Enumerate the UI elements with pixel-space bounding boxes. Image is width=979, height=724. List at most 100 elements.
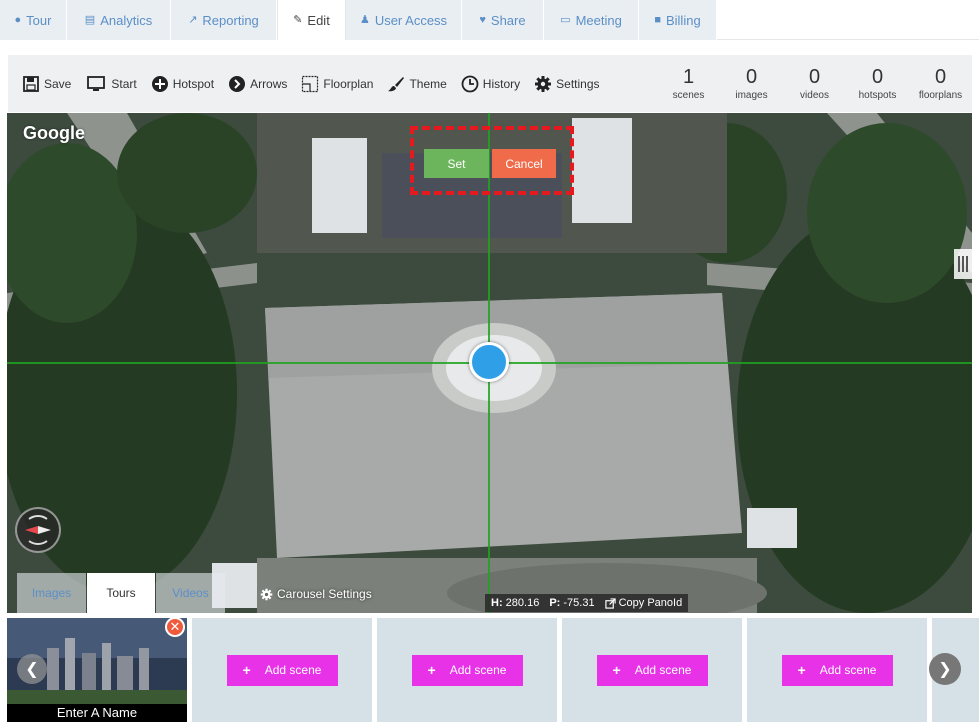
chevron-circle-right-icon	[229, 75, 246, 92]
tab-analytics[interactable]: ▤ Analytics	[67, 0, 171, 40]
add-scene-button[interactable]: + Add scene	[411, 654, 523, 686]
side-panel-handle[interactable]	[954, 249, 972, 279]
tab-label: Meeting	[575, 12, 622, 28]
tab-label: Share	[490, 12, 526, 28]
chevron-right-icon[interactable]: ❯	[929, 653, 961, 685]
google-logo: Google	[23, 123, 85, 143]
stat-value: 1	[682, 66, 695, 88]
carousel-tabs: Images Tours Videos	[17, 573, 226, 613]
pencil-icon: ✎	[293, 13, 303, 26]
stat-label: images	[735, 90, 768, 101]
stat-scenes: 1 scenes	[657, 55, 720, 112]
empty-scene-slot: + Add scene	[377, 618, 557, 722]
hotspot-label: Hotspot	[172, 76, 215, 91]
tab-edit[interactable]: ✎ Edit	[277, 0, 346, 40]
start-button[interactable]: Start	[85, 69, 137, 99]
heart-icon: ♥	[479, 13, 486, 26]
history-label: History	[482, 76, 521, 91]
handle-bar	[958, 256, 960, 272]
stats-panel: 1 scenes 0 images 0 videos 0 hotspots 0 …	[657, 55, 972, 112]
scene-strip: Enter A Name ✕ ❮ + Add scene + Add scene +…	[0, 616, 979, 724]
plus-circle-icon	[151, 75, 168, 92]
add-scene-label: Add scene	[819, 663, 877, 677]
plus-icon: +	[427, 662, 436, 678]
empty-scene-slot: + Add scene	[562, 618, 742, 722]
tab-label: User Access	[374, 12, 448, 28]
pitch-value: -75.31	[563, 597, 595, 609]
pitch-label: P:	[549, 597, 561, 609]
save-button[interactable]: Save	[22, 69, 71, 99]
history-button[interactable]: History	[461, 69, 520, 99]
handle-bar	[966, 256, 968, 272]
tab-reporting[interactable]: ↗ Reporting	[171, 0, 277, 40]
cancel-button[interactable]: Cancel	[492, 149, 556, 178]
floppy-disk-icon	[23, 75, 39, 92]
floorplan-label: Floorplan	[323, 76, 374, 91]
stat-hotspots: 0 hotspots	[846, 55, 909, 112]
arrows-label: Arrows	[250, 76, 288, 91]
tab-tour[interactable]: ● Tour	[0, 0, 67, 40]
add-scene-button[interactable]: + Add scene	[781, 654, 893, 686]
floorplan-button[interactable]: Floorplan	[301, 69, 373, 99]
add-scene-label: Add scene	[264, 663, 322, 677]
tab-meeting[interactable]: ▭ Meeting	[544, 0, 639, 40]
carousel-tab-images[interactable]: Images	[17, 573, 86, 613]
plus-icon: +	[612, 662, 621, 678]
center-target-dot[interactable]	[469, 342, 509, 382]
copy-panoid-label: Copy PanoId	[618, 597, 683, 609]
chevron-left-icon[interactable]: ❮	[17, 654, 47, 684]
arrows-button[interactable]: Arrows	[228, 69, 287, 99]
bar-chart-icon: ▤	[84, 13, 96, 26]
scene-name-label[interactable]: Enter A Name	[7, 704, 187, 722]
heading-label: H:	[491, 597, 503, 609]
plus-icon: +	[242, 662, 251, 678]
empty-scene-slot: + Add scene	[192, 618, 372, 722]
gear-icon	[535, 75, 552, 92]
tab-share[interactable]: ♥ Share	[462, 0, 544, 40]
close-icon[interactable]: ✕	[165, 617, 185, 637]
plus-icon: +	[797, 662, 806, 678]
settings-button[interactable]: Settings	[534, 69, 600, 99]
add-scene-button[interactable]: + Add scene	[226, 654, 338, 686]
heading-value: 280.16	[505, 597, 540, 609]
carousel-settings-button[interactable]: Carousel Settings	[260, 587, 372, 601]
clock-icon	[461, 75, 479, 92]
stat-label: hotspots	[858, 90, 897, 101]
add-scene-button[interactable]: + Add scene	[596, 654, 708, 686]
copy-panoid-button[interactable]: Copy PanoId	[604, 597, 683, 609]
theme-label: Theme	[409, 76, 447, 91]
stat-value: 0	[745, 66, 758, 88]
tab-label: Tour	[26, 12, 52, 28]
carousel-tab-tours[interactable]: Tours	[87, 573, 155, 613]
stat-value: 0	[934, 66, 947, 88]
hotspot-button[interactable]: Hotspot	[151, 69, 214, 99]
tab-label: Billing	[665, 12, 701, 28]
carousel-settings-label: Carousel Settings	[277, 587, 372, 601]
pitch-readout: P: -75.31	[549, 597, 594, 609]
add-scene-label: Add scene	[634, 663, 692, 677]
gear-icon	[260, 588, 273, 600]
empty-scene-slot: + Add scene	[747, 618, 927, 722]
set-button[interactable]: Set	[424, 149, 489, 178]
theme-button[interactable]: Theme	[387, 69, 447, 99]
map-marker-icon: ●	[14, 13, 22, 26]
tab-billing[interactable]: ■ Billing	[639, 0, 717, 40]
monitor-icon: ▭	[560, 13, 571, 26]
stat-videos: 0 videos	[783, 55, 846, 112]
tab-label: Reporting	[202, 12, 259, 28]
compass-needle-icon	[25, 515, 51, 545]
tab-label: Analytics	[100, 12, 153, 28]
carousel-tab-videos[interactable]: Videos	[156, 573, 225, 613]
heading-pitch-readout: H: 280.16 P: -75.31 Copy PanoId	[485, 594, 689, 612]
stat-value: 0	[808, 66, 821, 88]
line-chart-icon: ↗	[188, 13, 198, 26]
compass-icon[interactable]	[15, 507, 61, 553]
tab-user-access[interactable]: ♟ User Access	[346, 0, 462, 40]
settings-label: Settings	[556, 76, 600, 91]
heading-readout: H: 280.16	[491, 597, 539, 609]
handle-bar	[962, 256, 964, 272]
panorama-viewer[interactable]: Google Set Cancel Images Tours Videos Ca…	[7, 113, 972, 613]
lock-icon: ■	[654, 13, 661, 26]
paintbrush-icon	[388, 76, 405, 91]
stat-images: 0 images	[720, 55, 783, 112]
